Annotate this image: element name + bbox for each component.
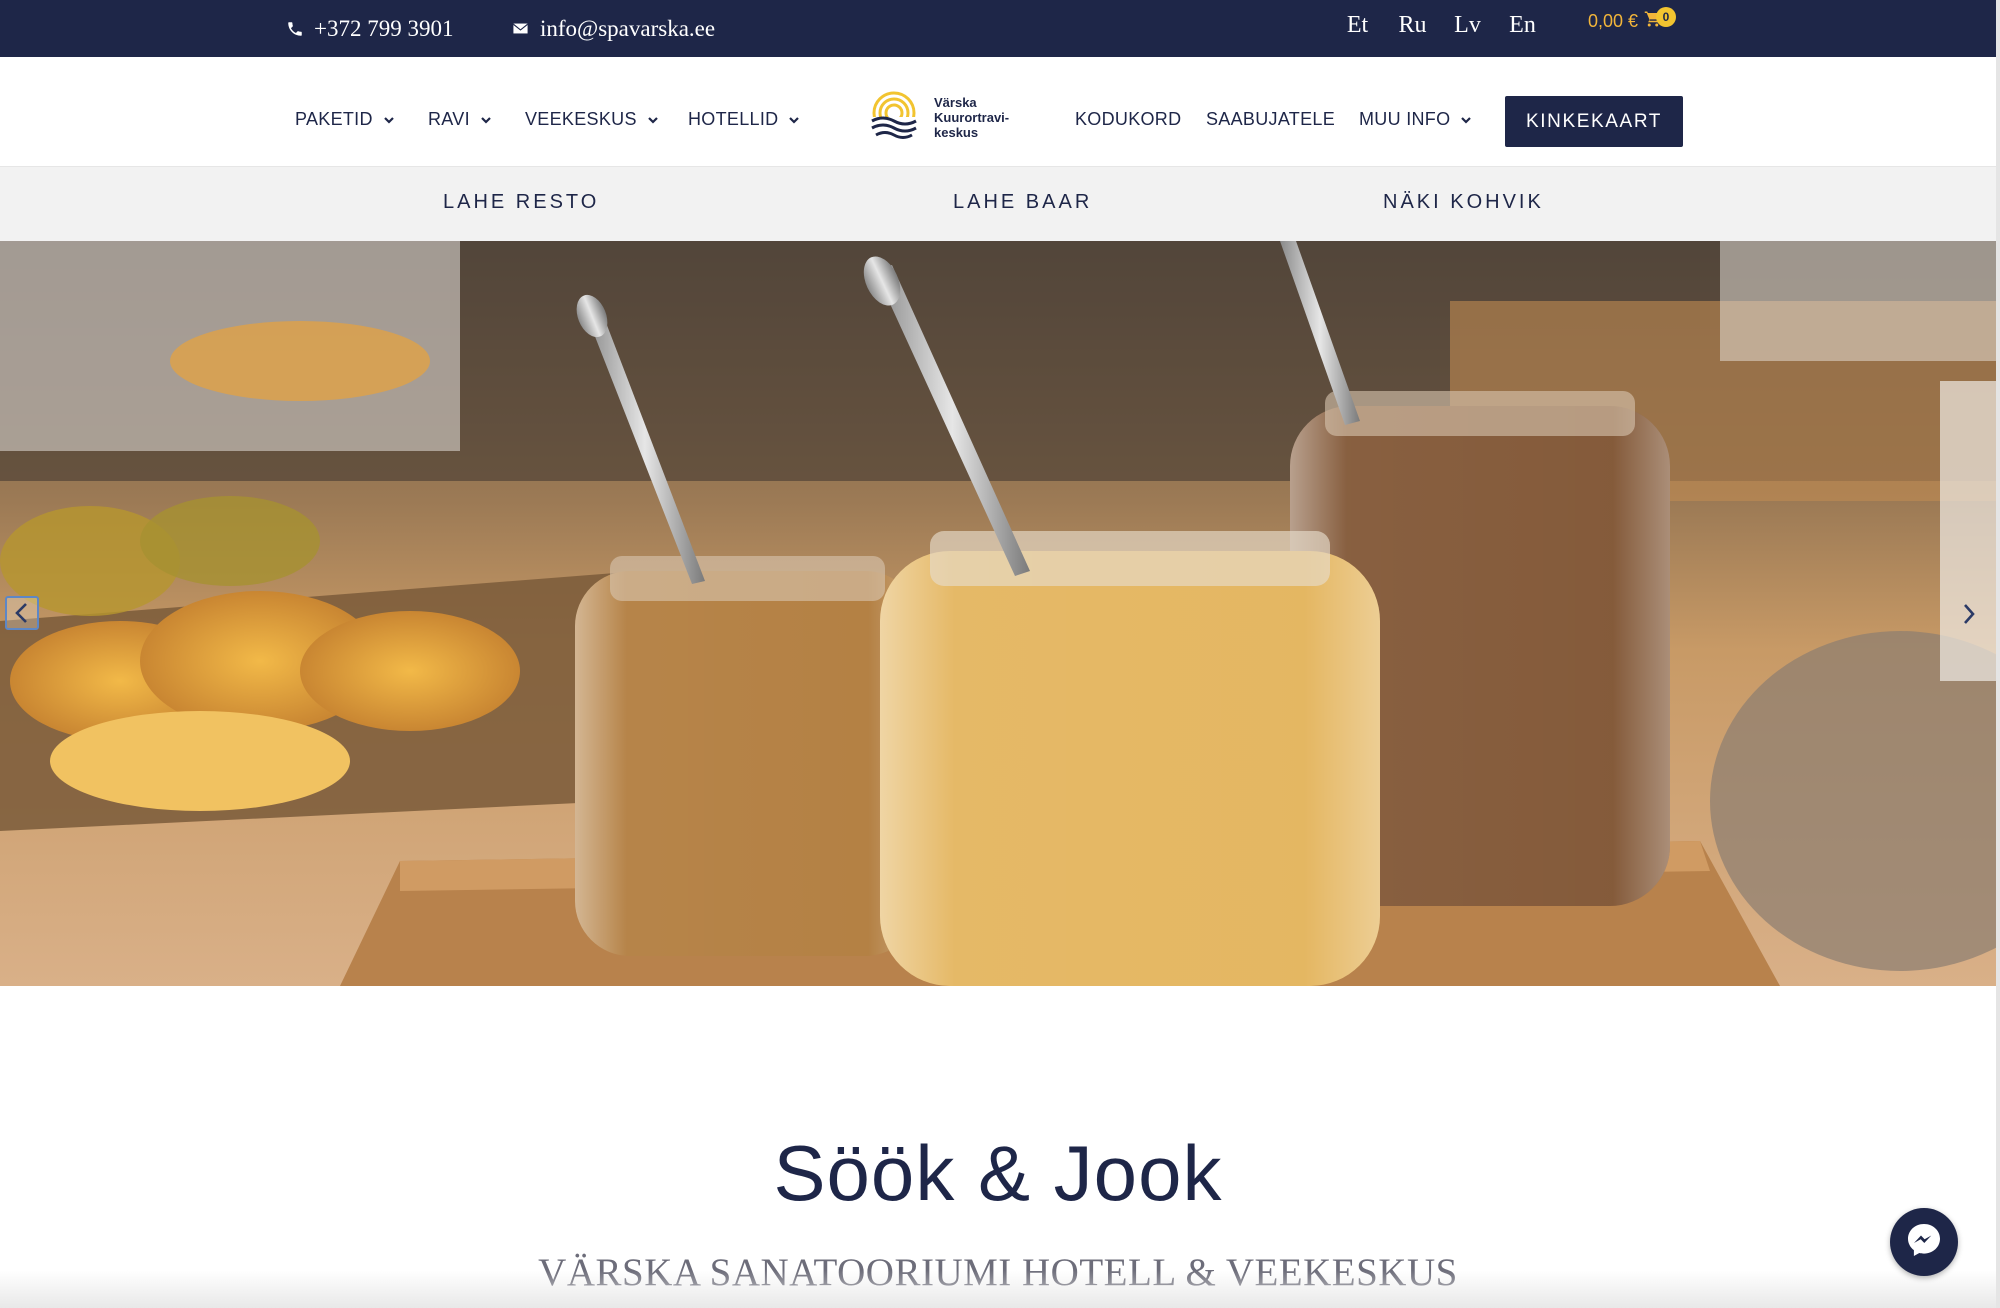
- nav-muu-info[interactable]: MUU INFO: [1359, 109, 1472, 130]
- nav-paketid[interactable]: PAKETID: [295, 109, 395, 130]
- page-subtitle: VÄRSKA SANATOORIUMI HOTELL & VEEKESKUS: [538, 1251, 1458, 1294]
- subnav-lahe-resto[interactable]: LAHE RESTO: [443, 191, 599, 214]
- messenger-chat-button[interactable]: [1890, 1208, 1958, 1276]
- gift-card-button[interactable]: KINKEKAART: [1505, 96, 1683, 147]
- phone-link[interactable]: +372 799 3901: [286, 14, 453, 44]
- nav-kodukord[interactable]: KODUKORD: [1075, 109, 1181, 130]
- hero-slider: [0, 241, 1996, 986]
- chevron-right-icon: [1961, 602, 1977, 626]
- nav-label: RAVI: [428, 109, 470, 129]
- chevron-down-icon: [383, 114, 395, 126]
- nav-hotellid[interactable]: HOTELLID: [688, 109, 800, 130]
- cart-count-badge: 0: [1656, 7, 1676, 27]
- chevron-left-icon: [13, 602, 31, 624]
- nav-saabujatele[interactable]: SAABUJATELE: [1206, 109, 1335, 130]
- main-header: PAKETID RAVI VEEKESKUS HOTELLID Värska K…: [0, 57, 1996, 167]
- lang-en[interactable]: En: [1495, 12, 1550, 39]
- nav-label: SAABUJATELE: [1206, 109, 1336, 129]
- email-text: info@spavarska.ee: [540, 16, 716, 41]
- nav-label: MUU INFO: [1359, 109, 1451, 129]
- scrollbar[interactable]: [1996, 0, 2000, 1308]
- hero-image: [0, 241, 1996, 986]
- cart-link[interactable]: 0,00 € 0: [1588, 7, 1676, 33]
- subnav-lahe-baar[interactable]: LAHE BAAR: [953, 191, 1092, 214]
- subnav-naki-kohvik[interactable]: NÄKI KOHVIK: [1383, 191, 1544, 214]
- email-link[interactable]: info@spavarska.ee: [512, 14, 715, 44]
- logo-line: keskus: [934, 124, 979, 140]
- language-switcher: Et Ru Lv En: [1330, 12, 1550, 39]
- mail-icon: [512, 20, 530, 38]
- page-title: Söök & Jook: [773, 1129, 1223, 1217]
- nav-label: KODUKORD: [1075, 109, 1182, 129]
- logo-line: Kuurortravi-: [934, 109, 1010, 125]
- lang-ru[interactable]: Ru: [1385, 12, 1440, 39]
- nav-label: PAKETID: [295, 109, 373, 129]
- slider-next-button[interactable]: [1954, 596, 1984, 632]
- chevron-down-icon: [788, 114, 800, 126]
- chevron-down-icon: [1460, 114, 1472, 126]
- phone-text: +372 799 3901: [314, 16, 454, 41]
- logo-line: Värska: [934, 94, 977, 110]
- lang-lv[interactable]: Lv: [1440, 12, 1495, 39]
- nav-label: VEEKESKUS: [525, 109, 637, 129]
- phone-icon: [286, 20, 304, 38]
- chevron-down-icon: [480, 114, 492, 126]
- cart-total: 0,00 €: [1588, 11, 1639, 31]
- nav-veekeskus[interactable]: VEEKESKUS: [525, 109, 659, 130]
- slider-prev-button[interactable]: [5, 596, 39, 630]
- lang-et[interactable]: Et: [1330, 12, 1385, 39]
- restaurant-subnav: LAHE RESTO LAHE BAAR NÄKI KOHVIK: [0, 167, 1996, 241]
- logo-text: Värska Kuurortravi- keskus: [934, 95, 1009, 140]
- top-bar: +372 799 3901 info@spavarska.ee Et Ru Lv…: [0, 0, 1996, 57]
- nav-label: HOTELLID: [688, 109, 779, 129]
- chevron-down-icon: [647, 114, 659, 126]
- nav-ravi[interactable]: RAVI: [428, 109, 492, 130]
- messenger-icon: [1905, 1221, 1943, 1264]
- logo-mark-icon: [866, 91, 926, 147]
- site-logo[interactable]: Värska Kuurortravi- keskus: [866, 87, 1026, 147]
